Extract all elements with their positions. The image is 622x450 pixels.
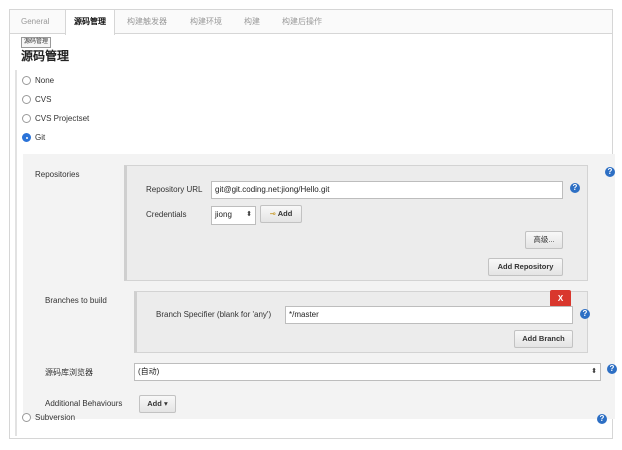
add-repository-button[interactable]: Add Repository xyxy=(488,258,563,276)
section-title: 源码管理 xyxy=(21,49,70,63)
radio-label-git: Git xyxy=(35,133,46,142)
radio-label-cvs: CVS xyxy=(35,95,52,104)
tab-general[interactable]: General xyxy=(21,10,49,34)
repo-browser-select[interactable]: (自动) ⬍ xyxy=(134,363,601,381)
repository-url-help-icon[interactable]: ? xyxy=(570,183,580,193)
radio-label-cvs-projectset: CVS Projectset xyxy=(35,114,90,123)
tab-build-triggers[interactable]: 构建触发器 xyxy=(127,10,167,34)
radio-subversion[interactable] xyxy=(22,413,31,422)
repositories-help-icon[interactable]: ? xyxy=(605,167,615,177)
repo-browser-label: 源码库浏览器 xyxy=(45,368,93,377)
caret-down-icon: ▾ xyxy=(163,399,168,408)
advanced-button[interactable]: 高级... xyxy=(525,231,563,249)
radio-label-none: None xyxy=(35,76,55,85)
tab-build-environment[interactable]: 构建环境 xyxy=(190,10,222,34)
delete-branch-button[interactable]: X xyxy=(550,290,571,307)
job-config-panel: General 源码管理 构建触发器 构建环境 构建 构建后操作 源码管理 源码… xyxy=(9,9,617,439)
branch-specifier-input[interactable]: */master xyxy=(285,306,573,324)
branch-specifier-label: Branch Specifier (blank for 'any') xyxy=(156,310,272,319)
select-updown-icon: ⬍ xyxy=(246,211,252,218)
branches-label: Branches to build xyxy=(45,296,107,305)
credentials-label: Credentials xyxy=(146,210,187,219)
add-behaviour-label: Add xyxy=(147,399,162,408)
add-credentials-label: Add xyxy=(277,209,293,218)
add-credentials-button[interactable]: ⊸ Add xyxy=(260,205,302,223)
radio-git[interactable] xyxy=(22,133,31,142)
radio-label-subversion: Subversion xyxy=(35,413,76,422)
git-config-panel: Repositories Repository URL git@git.codi… xyxy=(23,154,617,419)
radio-none[interactable] xyxy=(22,76,31,85)
section-indent-bar xyxy=(15,70,17,436)
repo-browser-value: (自动) xyxy=(138,367,160,376)
key-icon: ⊸ xyxy=(269,209,276,218)
tab-post-build[interactable]: 构建后操作 xyxy=(282,10,322,34)
select-updown-icon: ⬍ xyxy=(591,368,597,375)
tab-source-code[interactable]: 源码管理 xyxy=(65,10,115,35)
tab-build[interactable]: 构建 xyxy=(244,10,260,34)
config-tab-bar: General 源码管理 构建触发器 构建环境 构建 构建后操作 xyxy=(10,10,612,35)
repositories-label: Repositories xyxy=(35,170,80,179)
repository-url-input[interactable]: git@git.coding.net:jiong/Hello.git xyxy=(211,181,563,199)
repo-browser-help-icon[interactable]: ? xyxy=(607,364,617,374)
repository-box: Repository URL git@git.coding.net:jiong/… xyxy=(124,165,588,281)
branch-box: X Branch Specifier (blank for 'any') */m… xyxy=(134,290,590,353)
subversion-help-icon[interactable]: ? xyxy=(597,414,607,424)
radio-cvs[interactable] xyxy=(22,95,31,104)
additional-behaviours-label: Additional Behaviours xyxy=(45,399,123,408)
credentials-value: jiong xyxy=(215,210,232,219)
credentials-select[interactable]: jiong ⬍ xyxy=(211,206,256,225)
add-behaviour-button[interactable]: Add ▾ xyxy=(139,395,176,413)
branch-specifier-help-icon[interactable]: ? xyxy=(580,309,590,319)
add-branch-button[interactable]: Add Branch xyxy=(514,330,573,348)
repository-url-label: Repository URL xyxy=(146,185,203,194)
radio-cvs-projectset[interactable] xyxy=(22,114,31,123)
